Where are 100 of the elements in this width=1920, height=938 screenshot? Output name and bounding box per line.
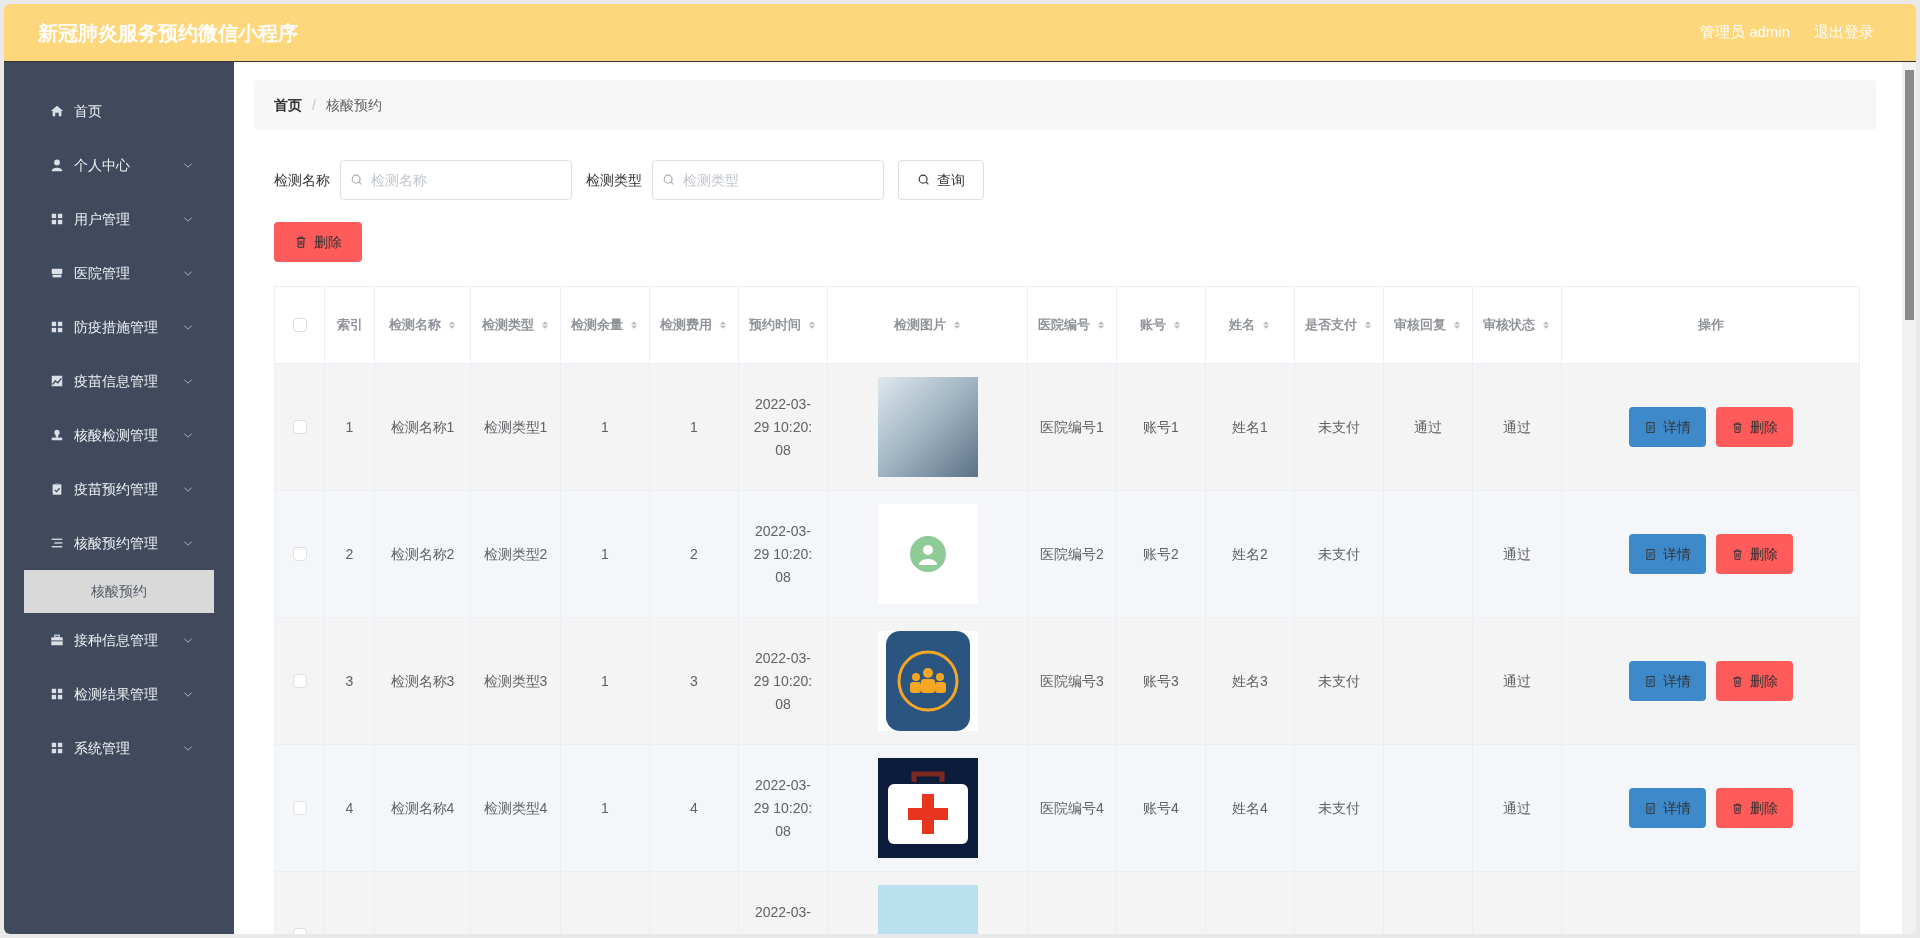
sidebar-item[interactable]: 医院管理 xyxy=(4,246,234,300)
table-cell-text: 检测名称2 xyxy=(390,544,455,564)
breadcrumb-link[interactable]: 首页 xyxy=(274,94,302,116)
sidebar-item[interactable]: 个人中心 xyxy=(4,138,234,192)
sidebar-item[interactable]: 系统管理 xyxy=(4,721,234,775)
column-header: 预约时间 xyxy=(749,316,801,335)
table-cell-text: 未支付 xyxy=(1318,671,1360,691)
trash-icon xyxy=(1730,674,1744,688)
first-aid-kit-icon xyxy=(877,758,978,858)
table-cell-text: 2022-03-29 10:20:08 xyxy=(753,649,813,714)
grid-icon xyxy=(50,687,64,701)
submenu-item[interactable]: 核酸预约 xyxy=(24,570,214,613)
scrollbar[interactable] xyxy=(1902,62,1916,934)
trash-icon xyxy=(294,235,308,249)
query-button[interactable]: 查询 xyxy=(898,160,984,200)
table-cell-text: 检测名称3 xyxy=(390,671,455,691)
table-cell-text: 姓名4 xyxy=(1232,798,1268,818)
column-header: 检测图片 xyxy=(893,316,946,335)
briefcase-icon xyxy=(50,633,64,647)
table-cell-text: 检测类型4 xyxy=(483,798,548,818)
sidebar-item[interactable]: 用户管理 xyxy=(4,192,234,246)
detail-button[interactable]: 详情 xyxy=(1628,534,1706,574)
table-cell-text: 2 xyxy=(690,544,698,564)
table-cell-text: 1 xyxy=(601,544,609,564)
search-field[interactable]: 检测名称 xyxy=(340,160,572,200)
checkbox[interactable] xyxy=(292,318,307,332)
table-cell-text: 1 xyxy=(601,798,609,818)
sort-icon xyxy=(1363,319,1373,331)
search-field[interactable]: 检测类型 xyxy=(652,160,884,200)
delete-button[interactable]: 删除 xyxy=(1715,661,1793,701)
table-cell-text: 账号4 xyxy=(1143,798,1179,818)
grid-icon xyxy=(50,741,64,755)
table-cell-text: 4 xyxy=(345,798,354,818)
table-cell-text: 检测类型3 xyxy=(483,671,548,691)
column-header: 检测费用 xyxy=(660,316,712,335)
column-header: 审核状态 xyxy=(1483,316,1535,335)
delete-button[interactable]: 删除 xyxy=(274,222,362,262)
table-cell-text: 2022-03-29 10:20:08 xyxy=(753,522,813,587)
field-label: 检测类型 xyxy=(586,170,642,190)
checkbox[interactable] xyxy=(292,420,307,434)
table-cell-text: 未支付 xyxy=(1318,544,1360,564)
sort-icon xyxy=(718,319,728,331)
column-header: 是否支付 xyxy=(1305,316,1357,335)
sort-icon xyxy=(1452,319,1462,331)
table-cell-text: 通过 xyxy=(1503,417,1531,437)
search-icon xyxy=(350,173,364,187)
table-cell-text: 医院编号4 xyxy=(1040,798,1104,818)
sidebar-item[interactable]: 首页 xyxy=(4,84,234,138)
sidebar-item[interactable]: 疫苗信息管理 xyxy=(4,354,234,408)
document-icon xyxy=(1643,801,1657,815)
table-cell-text: 1 xyxy=(601,671,609,691)
table-cell-text: 医院编号2 xyxy=(1040,544,1104,564)
table-cell-text: 2022-03-29 10:20:08 xyxy=(753,395,813,460)
trash-icon xyxy=(1730,420,1744,434)
delete-button[interactable]: 删除 xyxy=(1715,788,1793,828)
delete-button[interactable]: 删除 xyxy=(1715,534,1793,574)
sidebar-item[interactable]: 疫苗预约管理 xyxy=(4,462,234,516)
column-header: 检测余量 xyxy=(571,316,623,335)
detail-button[interactable]: 详情 xyxy=(1628,661,1706,701)
detail-button[interactable]: 详情 xyxy=(1628,788,1706,828)
sidebar-item[interactable]: 检测结果管理 xyxy=(4,667,234,721)
table-cell-text: 检测名称4 xyxy=(390,798,455,818)
delete-button[interactable]: 删除 xyxy=(1715,407,1793,447)
sort-icon xyxy=(1096,319,1106,331)
sidebar-item[interactable]: 核酸检测管理 xyxy=(4,408,234,462)
checkbox[interactable] xyxy=(292,547,307,561)
grid-icon xyxy=(50,320,64,334)
sidebar-item[interactable]: 接种信息管理 xyxy=(4,613,234,667)
table-cell-text: 通过 xyxy=(1503,798,1531,818)
table-cell-text: 姓名1 xyxy=(1232,417,1268,437)
sidebar-item[interactable]: 核酸预约管理 xyxy=(4,516,234,570)
table-cell-text: 通过 xyxy=(1503,671,1531,691)
checkbox[interactable] xyxy=(292,674,307,688)
grid-icon xyxy=(50,212,64,226)
table-cell-text: 1 xyxy=(601,417,609,437)
column-header: 账号 xyxy=(1140,316,1166,335)
table-cell-text: 检测类型1 xyxy=(483,417,548,437)
table-cell-text: 2022-03-29 10:20:08 xyxy=(753,776,813,841)
sidebar-item[interactable]: 防疫措施管理 xyxy=(4,300,234,354)
trash-icon xyxy=(1730,547,1744,561)
table-cell-text: 未支付 xyxy=(1318,417,1360,437)
checkbox[interactable] xyxy=(292,801,307,815)
table-cell-text: 医院编号3 xyxy=(1040,671,1104,691)
tray-icon xyxy=(50,266,64,280)
detail-button[interactable]: 详情 xyxy=(1628,407,1706,447)
home-icon xyxy=(50,104,64,118)
table-cell-text: 1 xyxy=(345,417,354,437)
chart-icon xyxy=(50,374,64,388)
table-cell-text: 姓名2 xyxy=(1232,544,1268,564)
column-header: 审核回复 xyxy=(1394,316,1446,335)
breadcrumb-current: 核酸预约 xyxy=(325,95,382,115)
sort-icon xyxy=(807,319,817,331)
table-cell-text: 4 xyxy=(690,798,698,818)
doctor-icon xyxy=(877,504,978,604)
column-header: 检测名称 xyxy=(388,316,441,335)
table-cell-text: 3 xyxy=(690,671,698,691)
table-cell-text: 医院编号1 xyxy=(1040,417,1104,437)
table-cell-text: 1 xyxy=(690,417,698,437)
table-cell-text: 2 xyxy=(345,544,354,564)
table-cell-text: 检测类型2 xyxy=(483,544,548,564)
